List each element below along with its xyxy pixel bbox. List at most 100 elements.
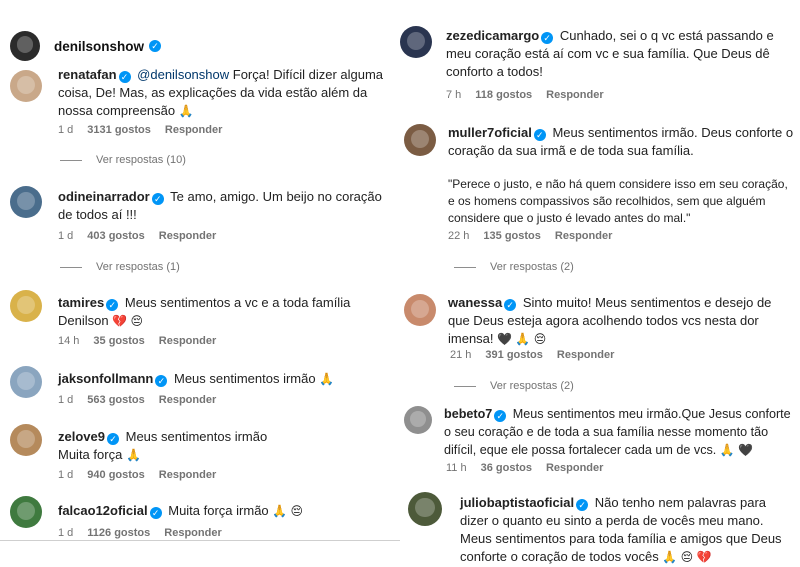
comment-time: 1 d	[58, 394, 74, 406]
comment-time: 21 h	[450, 349, 472, 361]
view-replies-button[interactable]: Ver respostas (10)	[60, 154, 186, 166]
comment-time: 7 h	[446, 89, 462, 101]
likes-count[interactable]: 1126 gostos	[87, 527, 150, 539]
likes-count[interactable]: 135 gostos	[483, 230, 540, 242]
view-replies-label[interactable]: Ver respostas (2)	[490, 261, 574, 273]
comment-body: Muita força irmão	[168, 503, 269, 518]
post-author-username[interactable]: denilsonshow	[54, 39, 144, 54]
likes-count[interactable]: 118 gostos	[475, 89, 532, 101]
comment-username[interactable]: juliobaptistaoficial	[460, 495, 574, 510]
divider-line	[454, 266, 476, 268]
comment-username[interactable]: jaksonfollmann	[58, 371, 153, 386]
avatar[interactable]	[400, 26, 432, 58]
comment-time: 11 h	[446, 462, 467, 474]
reply-button[interactable]: Responder	[159, 335, 216, 347]
comment-meta: 7 h 118 gostos Responder	[446, 89, 604, 101]
comment-text: renatafan ✓ @denilsonshow Força! Difícil …	[58, 66, 394, 120]
comment-username[interactable]: odineinarrador	[58, 189, 150, 204]
verified-icon: ✓	[118, 71, 131, 83]
avatar[interactable]	[10, 31, 40, 61]
avatar[interactable]	[10, 186, 42, 218]
comment-meta: 1 d 3131 gostos Responder	[58, 124, 222, 136]
likes-count[interactable]: 391 gostos	[485, 349, 542, 361]
view-replies-button[interactable]: Ver respostas (2)	[454, 380, 574, 392]
verified-icon: ✓	[106, 433, 119, 445]
comment-username[interactable]: falcao12oficial	[58, 503, 148, 518]
comment-username[interactable]: wanessa	[448, 295, 502, 310]
pray-emoji: 🙏	[125, 448, 141, 462]
verified-icon: ✓	[576, 499, 589, 511]
comment-meta: 1 d 1126 gostos Responder	[58, 527, 222, 539]
avatar[interactable]	[10, 366, 42, 398]
view-replies-button[interactable]: Ver respostas (2)	[454, 261, 574, 273]
comment-text: zezedicamargo ✓ Cunhado, sei o q vc está …	[446, 27, 796, 81]
avatar[interactable]	[408, 492, 442, 526]
likes-count[interactable]: 36 gostos	[481, 462, 532, 474]
likes-count[interactable]: 3131 gostos	[87, 124, 151, 136]
reply-button[interactable]: Responder	[165, 124, 222, 136]
comment-meta: 1 d 403 gostos Responder	[58, 230, 216, 242]
comment-username[interactable]: muller7oficial	[448, 125, 532, 140]
post-header: denilsonshow ✓	[0, 26, 400, 66]
comment-time: 14 h	[58, 335, 80, 347]
comment-time: 1 d	[58, 124, 74, 136]
comment-meta: 1 d 563 gostos Responder	[58, 394, 216, 406]
left-comment-column: renatafan ✓ @denilsonshow Força! Difícil …	[0, 0, 400, 567]
avatar[interactable]	[404, 294, 436, 326]
view-replies-button[interactable]: Ver respostas (1)	[60, 261, 180, 273]
verified-icon: ✓	[494, 410, 507, 422]
comment-username[interactable]: bebeto7	[444, 407, 492, 421]
avatar[interactable]	[404, 124, 436, 156]
avatar[interactable]	[10, 290, 42, 322]
comment-meta: 1 d 940 gostos Responder	[58, 469, 216, 481]
verified-icon: ✓	[504, 299, 517, 311]
comment-username[interactable]: zelove9	[58, 429, 105, 444]
verified-icon: ✓	[541, 32, 554, 44]
reply-button[interactable]: Responder	[546, 462, 603, 474]
reply-button[interactable]: Responder	[159, 394, 216, 406]
likes-count[interactable]: 940 gostos	[87, 469, 144, 481]
view-replies-label[interactable]: Ver respostas (1)	[96, 261, 180, 273]
comment-meta: 22 h 135 gostos Responder	[448, 230, 612, 242]
avatar[interactable]	[404, 406, 432, 434]
comment-quote: "Perece o justo, e não há quem considere…	[448, 176, 796, 227]
reply-button[interactable]: Responder	[557, 349, 614, 361]
comment-time: 22 h	[448, 230, 470, 242]
comment-text: wanessa ✓ Sinto muito! Meus sentimentos e…	[448, 294, 796, 348]
avatar[interactable]	[10, 70, 42, 102]
emoji: 🙏 😔 💔	[662, 550, 712, 564]
likes-count[interactable]: 563 gostos	[87, 394, 144, 406]
reply-button[interactable]: Responder	[164, 527, 221, 539]
bottom-divider	[0, 540, 400, 541]
likes-count[interactable]: 35 gostos	[93, 335, 144, 347]
comment-time: 1 d	[58, 469, 74, 481]
reply-button[interactable]: Responder	[546, 89, 603, 101]
avatar[interactable]	[10, 496, 42, 528]
comment-username[interactable]: renatafan	[58, 67, 117, 82]
comment-meta: 11 h 36 gostos Responder	[446, 462, 603, 474]
reply-button[interactable]: Responder	[555, 230, 612, 242]
right-comment-column: zezedicamargo ✓ Cunhado, sei o q vc está …	[400, 0, 800, 567]
comment-body: Meus sentimentos irmão	[125, 429, 268, 444]
comment-text: bebeto7 ✓ Meus sentimentos meu irmão.Que …	[444, 405, 798, 459]
verified-icon: ✓	[106, 299, 119, 311]
comment-text: zelove9 ✓ Meus sentimentos irmão Muita fo…	[58, 428, 394, 464]
comment-meta: 14 h 35 gostos Responder	[58, 335, 216, 347]
reply-button[interactable]: Responder	[159, 230, 216, 242]
comment-text: falcao12oficial ✓ Muita força irmão 🙏 😔	[58, 502, 394, 520]
comment-username[interactable]: tamires	[58, 295, 104, 310]
view-replies-label[interactable]: Ver respostas (2)	[490, 380, 574, 392]
pray-emoji: 🙏	[319, 372, 335, 386]
emoji: 🙏 🖤	[719, 443, 754, 457]
mention-link[interactable]: @denilsonshow	[137, 67, 229, 82]
comment-text: juliobaptistaoficial ✓ Não tenho nem pala…	[460, 494, 796, 566]
comment-username[interactable]: zezedicamargo	[446, 28, 539, 43]
comment-text: tamires ✓ Meus sentimentos a vc e a toda …	[58, 294, 394, 330]
emoji: 🙏 😔	[272, 504, 304, 518]
pray-emoji: 🙏	[178, 104, 194, 118]
view-replies-label[interactable]: Ver respostas (10)	[96, 154, 186, 166]
avatar[interactable]	[10, 424, 42, 456]
likes-count[interactable]: 403 gostos	[87, 230, 144, 242]
verified-icon: ✓	[149, 507, 162, 519]
reply-button[interactable]: Responder	[159, 469, 216, 481]
